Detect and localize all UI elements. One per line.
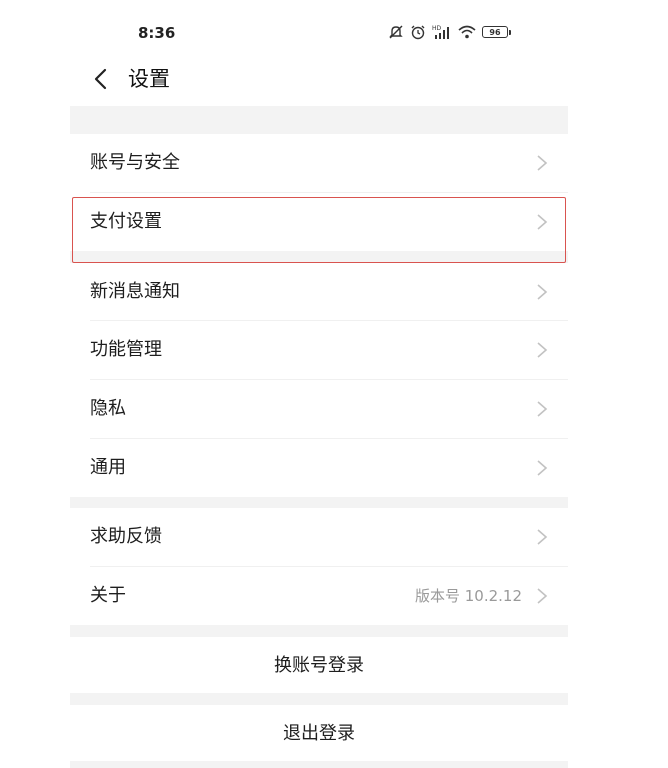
section-gap: [70, 761, 568, 768]
chevron-right-icon: [537, 401, 548, 417]
alarm-icon: [410, 24, 426, 40]
section-gap: [70, 106, 568, 134]
row-notifications[interactable]: 新消息通知: [70, 263, 568, 321]
row-general[interactable]: 通用: [70, 439, 568, 497]
battery-icon: 96: [482, 26, 511, 38]
chevron-right-icon: [537, 460, 548, 476]
section-gap: [70, 251, 568, 263]
row-label: 新消息通知: [90, 281, 180, 302]
wifi-icon: [458, 24, 476, 40]
chevron-right-icon: [537, 588, 548, 604]
row-features[interactable]: 功能管理: [70, 321, 568, 379]
row-label: 关于: [90, 585, 126, 606]
row-account-security[interactable]: 账号与安全: [70, 134, 568, 192]
row-label: 账号与安全: [90, 152, 180, 173]
status-icons: HD 96: [388, 22, 511, 42]
section-gap: [70, 497, 568, 508]
svg-text:HD: HD: [432, 25, 442, 32]
back-button[interactable]: [88, 64, 116, 94]
page-title: 设置: [128, 67, 170, 91]
logout-label: 退出登录: [283, 723, 355, 744]
row-about[interactable]: 关于 版本号 10.2.12: [70, 567, 568, 625]
settings-screen: 8:36 HD 96 设置 账号与安全 支付设置 新消息通知 功能管理 隐私 通…: [70, 0, 568, 768]
version-text: 版本号 10.2.12: [414, 587, 522, 605]
section-gap: [70, 693, 568, 705]
status-bar: 8:36 HD 96: [70, 0, 568, 60]
row-privacy[interactable]: 隐私: [70, 380, 568, 438]
header: 设置: [70, 58, 568, 102]
switch-account-label: 换账号登录: [274, 655, 364, 676]
row-label: 隐私: [90, 398, 126, 419]
row-label: 功能管理: [90, 339, 162, 360]
logout-button[interactable]: 退出登录: [70, 705, 568, 761]
chevron-right-icon: [537, 342, 548, 358]
signal-icon: HD: [432, 24, 452, 40]
row-label: 通用: [90, 457, 126, 478]
back-icon: [94, 68, 107, 90]
mute-icon: [388, 24, 404, 40]
chevron-right-icon: [537, 155, 548, 171]
chevron-right-icon: [537, 529, 548, 545]
section-gap: [70, 625, 568, 637]
status-time: 8:36: [138, 24, 176, 42]
chevron-right-icon: [537, 284, 548, 300]
switch-account-button[interactable]: 换账号登录: [70, 637, 568, 693]
row-payment-settings[interactable]: 支付设置: [70, 193, 568, 251]
row-help-feedback[interactable]: 求助反馈: [70, 508, 568, 566]
battery-level: 96: [482, 26, 508, 38]
row-label: 支付设置: [90, 211, 162, 232]
chevron-right-icon: [537, 214, 548, 230]
row-label: 求助反馈: [90, 526, 162, 547]
